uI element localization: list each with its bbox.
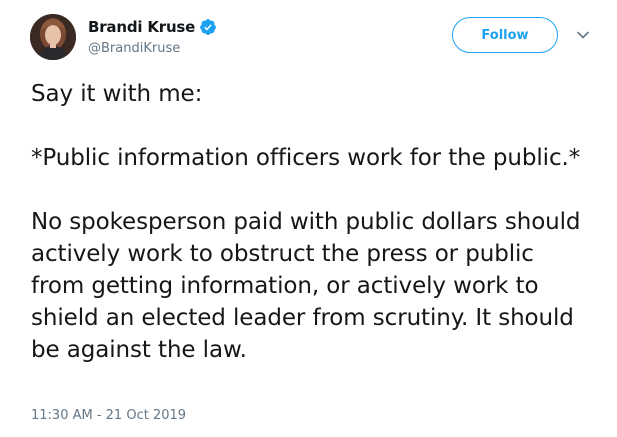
author-names: Brandi Kruse @BrandiKruse: [88, 17, 217, 56]
profile-photo-icon: [30, 14, 76, 60]
display-name[interactable]: Brandi Kruse: [88, 18, 195, 36]
avatar[interactable]: [30, 14, 76, 60]
tweet-text: Say it with me: *Public information offi…: [31, 81, 581, 363]
tweet-timestamp[interactable]: 11:30 AM - 21 Oct 2019: [31, 408, 186, 423]
author-handle[interactable]: @BrandiKruse: [88, 41, 217, 56]
verified-badge-icon: [200, 19, 217, 35]
chevron-down-icon[interactable]: [576, 28, 590, 42]
tweet-card: Brandi Kruse @BrandiKruse Follow Say it …: [0, 0, 617, 437]
tweet-header: Brandi Kruse @BrandiKruse Follow: [30, 14, 600, 60]
follow-button[interactable]: Follow: [452, 17, 558, 53]
display-name-row: Brandi Kruse: [88, 17, 217, 37]
